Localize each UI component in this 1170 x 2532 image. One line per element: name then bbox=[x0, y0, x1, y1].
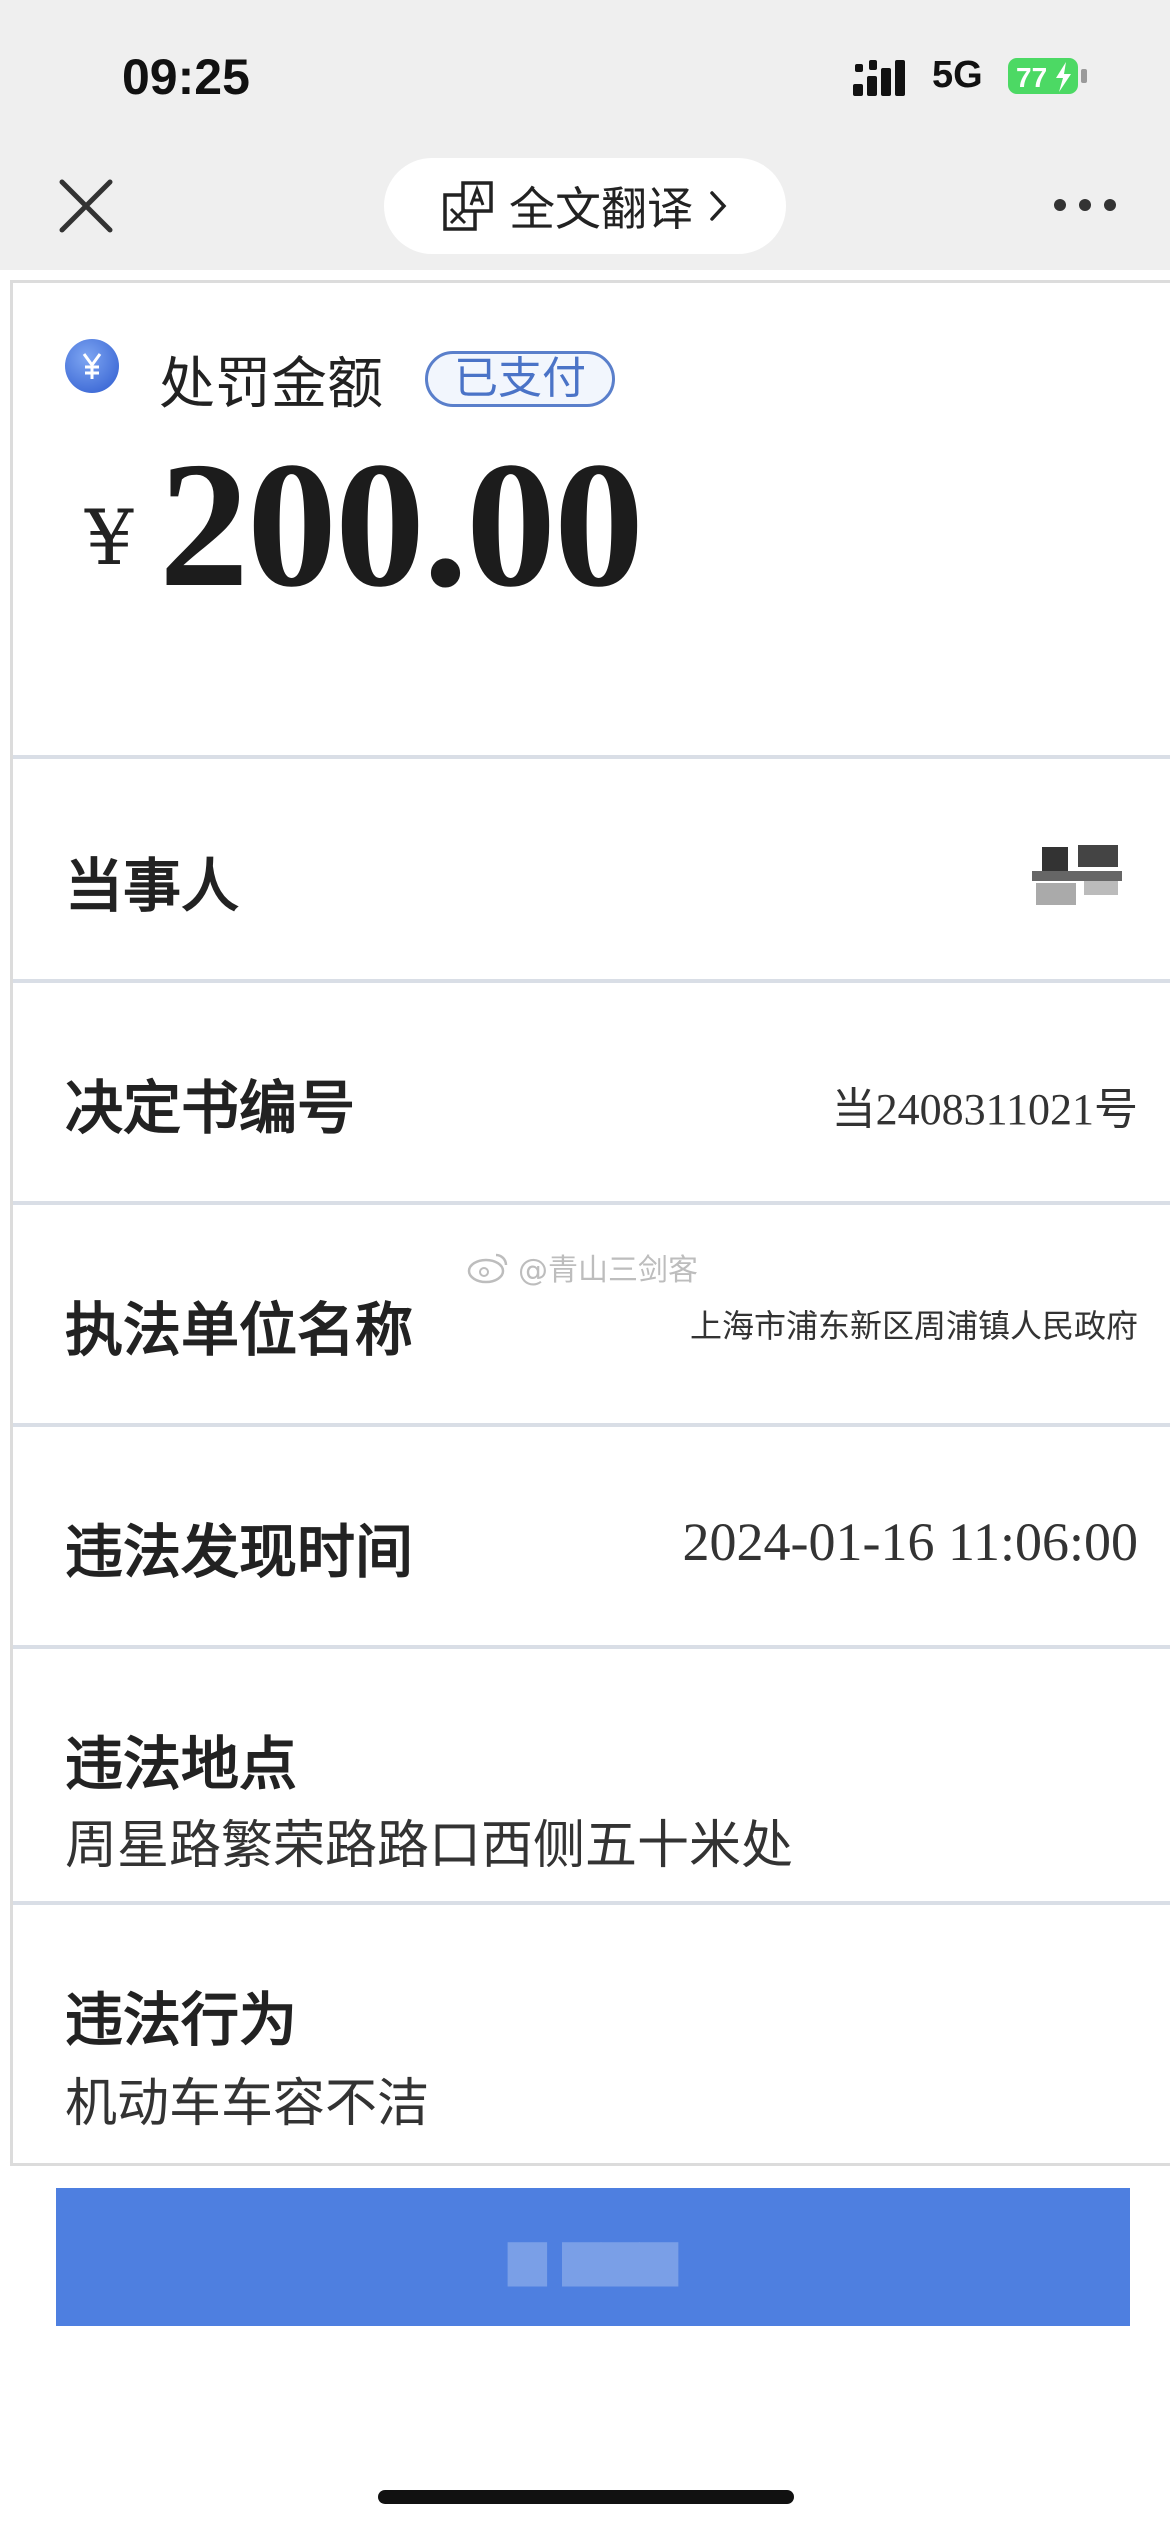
penalty-card: 处罚金额 已支付 ¥ 200.00 当事人 决定书编号 当2408311021号… bbox=[10, 280, 1170, 2166]
penalty-amount: 200.00 bbox=[159, 425, 644, 624]
network-type: 5G bbox=[932, 54, 983, 96]
time-value: 2024-01-16 11:06:00 bbox=[682, 1512, 1138, 1572]
unit-value: 上海市浦东新区周浦镇人民政府 bbox=[689, 1307, 1138, 1345]
chevron-right-icon bbox=[710, 191, 727, 221]
currency-symbol: ¥ bbox=[85, 493, 134, 582]
more-icon[interactable] bbox=[1050, 190, 1120, 220]
time-label: 违法发现时间 bbox=[65, 1518, 414, 1586]
amount-section: 处罚金额 已支付 ¥ 200.00 bbox=[13, 283, 1170, 759]
behavior-row: 违法行为 机动车车容不洁 bbox=[13, 1905, 1170, 2169]
behavior-label: 违法行为 bbox=[65, 1986, 298, 2054]
signal-icon bbox=[853, 60, 905, 96]
location-row: 违法地点 周星路繁荣路路口西侧五十米处 bbox=[13, 1649, 1170, 1905]
yen-badge-icon bbox=[65, 339, 119, 393]
battery-icon: 77 bbox=[1008, 58, 1087, 94]
redacted-name bbox=[1032, 845, 1122, 905]
decision-value: 当2408311021号 bbox=[831, 1085, 1138, 1134]
watermark-text: @青山三剑客 bbox=[518, 1253, 698, 1288]
top-bar: 09:25 5G 77 全文翻译 bbox=[0, 0, 1170, 270]
location-label: 违法地点 bbox=[65, 1730, 298, 1798]
home-indicator[interactable] bbox=[378, 2490, 794, 2504]
decision-label: 决定书编号 bbox=[65, 1074, 356, 1142]
discovery-time-row: 违法发现时间 2024-01-16 11:06:00 bbox=[13, 1427, 1170, 1649]
party-row: 当事人 bbox=[13, 759, 1170, 983]
unit-label: 执法单位名称 bbox=[65, 1296, 414, 1364]
behavior-value: 机动车车容不洁 bbox=[65, 2074, 430, 2134]
translate-icon bbox=[443, 181, 493, 231]
status-time: 09:25 bbox=[122, 49, 250, 105]
amount-label: 处罚金额 bbox=[159, 352, 383, 417]
enforcement-unit-row: 执法单位名称 上海市浦东新区周浦镇人民政府 bbox=[13, 1205, 1170, 1427]
status-badge: 已支付 bbox=[425, 351, 615, 407]
primary-action-button[interactable]: ▆ ▆▆▆ bbox=[56, 2188, 1130, 2326]
weibo-icon bbox=[467, 1253, 508, 1284]
watermark: @青山三剑客 bbox=[466, 1242, 698, 1292]
party-label: 当事人 bbox=[65, 852, 240, 920]
translate-button[interactable]: 全文翻译 bbox=[384, 158, 786, 254]
location-value: 周星路繁荣路路口西侧五十米处 bbox=[65, 1816, 794, 1876]
decision-number-row: 决定书编号 当2408311021号 bbox=[13, 983, 1170, 1205]
battery-level: 77 bbox=[1016, 62, 1047, 93]
close-icon[interactable] bbox=[56, 176, 116, 236]
primary-action-label: ▆ ▆▆▆ bbox=[508, 2228, 678, 2286]
translate-label: 全文翻译 bbox=[509, 182, 693, 236]
